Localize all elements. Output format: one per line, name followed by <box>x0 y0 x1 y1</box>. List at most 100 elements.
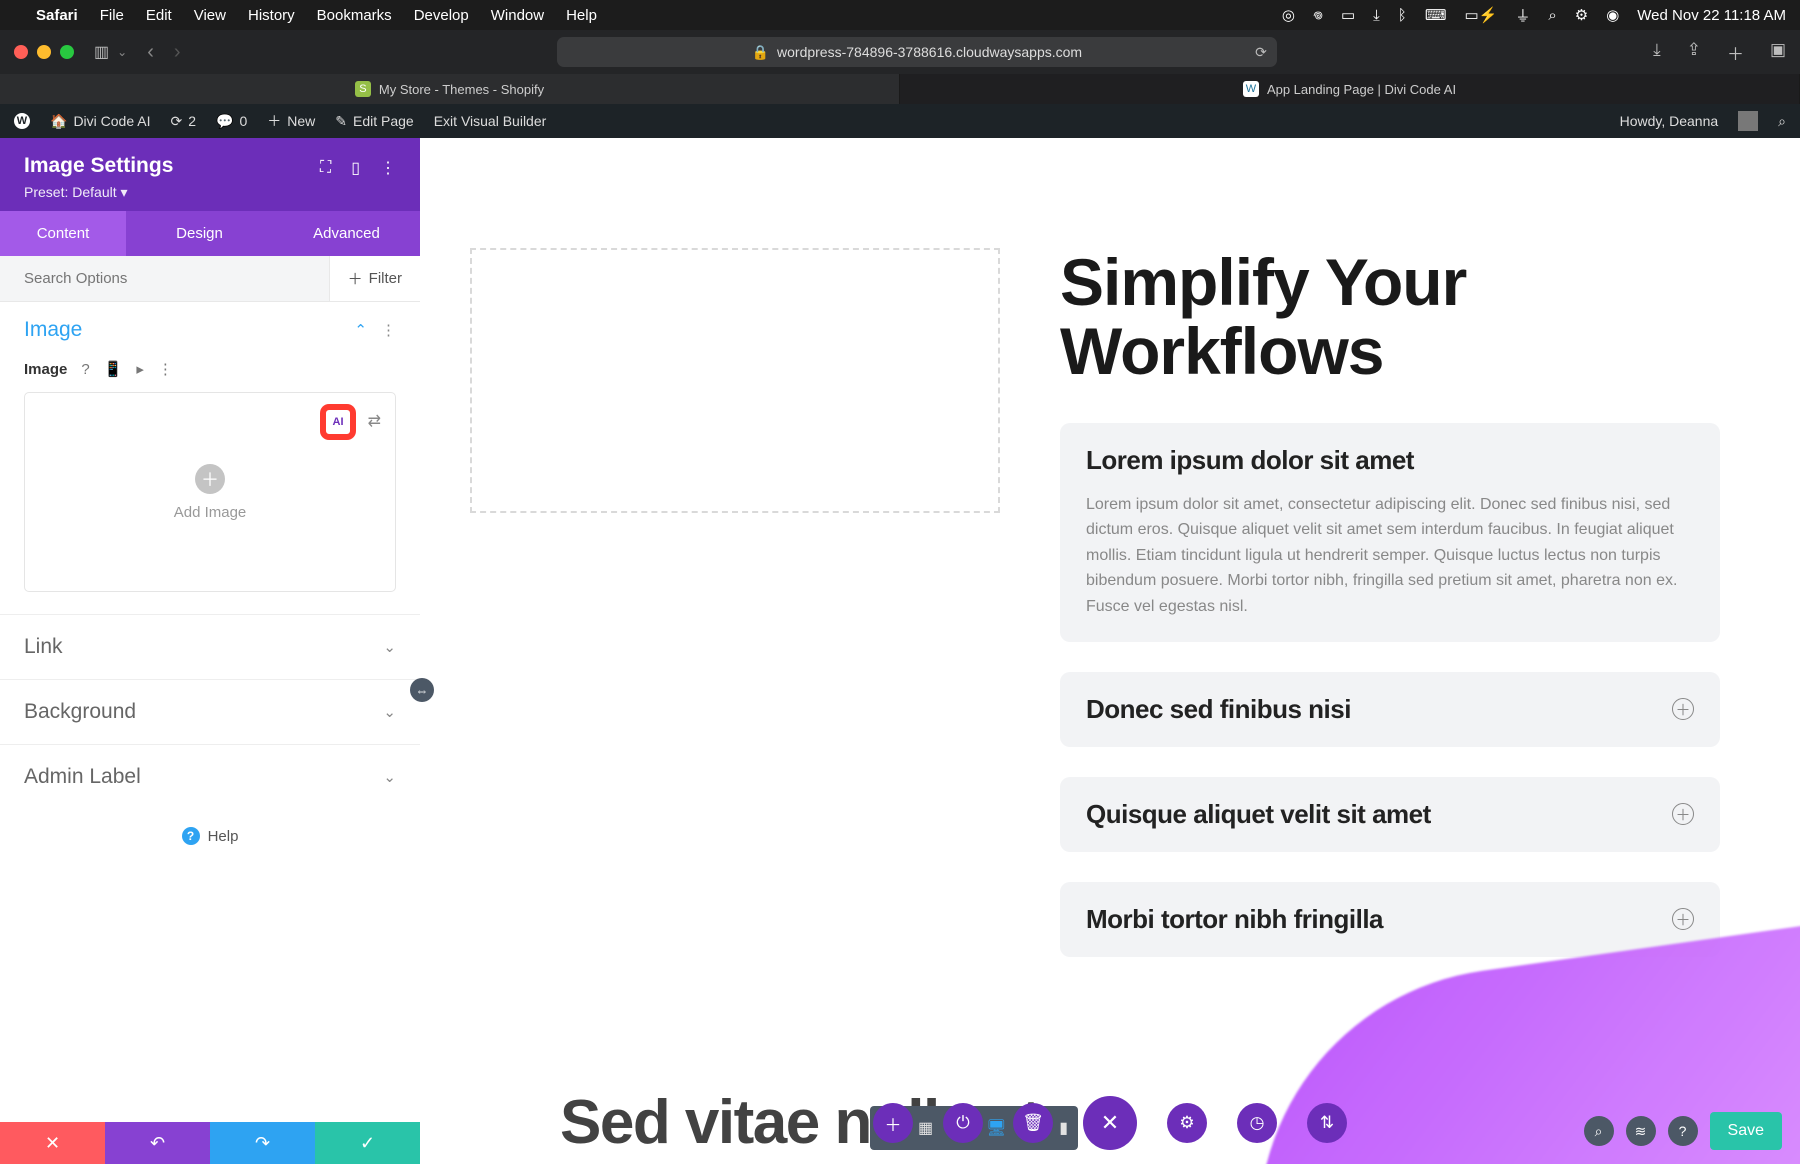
redo-button[interactable]: ↷ <box>210 1122 315 1164</box>
keyboard-icon[interactable]: ⌨ <box>1425 6 1447 24</box>
close-builder-button[interactable]: ✕ <box>1083 1096 1137 1150</box>
share-icon[interactable]: ⇪ <box>1687 40 1701 65</box>
add-button[interactable]: ＋ <box>873 1103 913 1143</box>
history-button[interactable]: ◷ <box>1237 1103 1277 1143</box>
wp-revisions[interactable]: ⟳ 2 <box>170 113 196 130</box>
address-bar[interactable]: 🔒 wordpress-784896-3788616.cloudwaysapps… <box>557 37 1277 67</box>
power-button[interactable]: ⏻ <box>943 1103 983 1143</box>
section-link-toggle[interactable]: Link ⌄ <box>24 635 396 659</box>
wp-howdy[interactable]: Howdy, Deanna <box>1620 113 1719 129</box>
control-center-icon[interactable]: ⚙ <box>1575 6 1588 24</box>
wp-exit-vb[interactable]: Exit Visual Builder <box>434 113 547 129</box>
accordion-title: Donec sed finibus nisi <box>1086 694 1351 725</box>
panel-more-icon[interactable]: ⋮ <box>380 158 396 178</box>
panel-resize-handle[interactable]: ⇔ <box>410 678 434 702</box>
section-admin-toggle[interactable]: Admin Label ⌄ <box>24 765 396 789</box>
help-icon[interactable]: ? <box>81 361 89 378</box>
accordion-item-4[interactable]: Morbi tortor nibh fringilla ＋ <box>1060 882 1720 957</box>
page-heading[interactable]: Simplify Your Workflows <box>1060 248 1720 387</box>
section-bg-toggle[interactable]: Background ⌄ <box>24 700 396 724</box>
wp-comments[interactable]: 💬 0 <box>216 113 247 130</box>
section-more-icon[interactable]: ⋮ <box>381 321 396 339</box>
tab-content[interactable]: Content <box>0 211 126 256</box>
folder-icon[interactable]: ▭ <box>1341 6 1355 24</box>
cancel-button[interactable]: ✕ <box>0 1122 105 1164</box>
accordion-item-1[interactable]: Lorem ipsum dolor sit amet Lorem ipsum d… <box>1060 423 1720 642</box>
settings-button[interactable]: ⚙ <box>1167 1103 1207 1143</box>
fullscreen-window-button[interactable] <box>60 45 74 59</box>
wp-edit-page[interactable]: ✎ Edit Page <box>335 113 413 130</box>
siri-icon[interactable]: ◉ <box>1606 6 1619 24</box>
status-circle-icon[interactable]: ◎ <box>1282 6 1295 24</box>
collapse-icon[interactable]: ⌃ <box>354 321 367 339</box>
menubar-datetime[interactable]: Wed Nov 22 11:18 AM <box>1637 7 1786 24</box>
tab-shopify[interactable]: S My Store - Themes - Shopify <box>0 74 900 104</box>
search-input[interactable] <box>0 256 329 301</box>
sidebar-chevron-icon[interactable]: ⌄ <box>117 45 127 59</box>
help-link[interactable]: ? Help <box>0 809 420 863</box>
section-image-toggle[interactable]: Image ⌃⋮ <box>24 318 396 342</box>
tab-design[interactable]: Design <box>126 211 273 256</box>
plus-icon[interactable]: ＋ <box>1672 803 1694 825</box>
menu-window[interactable]: Window <box>491 7 544 24</box>
bluetooth-icon[interactable]: ᛒ <box>1398 7 1407 24</box>
section-title-link: Link <box>24 635 63 659</box>
wp-search-icon[interactable]: ⌕ <box>1778 113 1786 130</box>
plus-icon[interactable]: ＋ <box>1672 908 1694 930</box>
page-canvas[interactable]: Simplify Your Workflows Lorem ipsum dolo… <box>420 138 1800 1164</box>
wp-new[interactable]: ＋ New <box>267 111 315 131</box>
menu-edit[interactable]: Edit <box>146 7 172 24</box>
expand-panel-icon[interactable]: ⛶ <box>320 159 331 177</box>
wp-logo[interactable]: W <box>14 113 30 129</box>
ai-generate-button[interactable]: AI <box>323 407 353 437</box>
accordion-item-2[interactable]: Donec sed finibus nisi ＋ <box>1060 672 1720 747</box>
delete-button[interactable]: 🗑 <box>1013 1103 1053 1143</box>
search-spotlight-icon[interactable]: ⌕ <box>1548 7 1556 24</box>
forward-button[interactable]: › <box>174 41 181 64</box>
zoom-out-icon[interactable]: ⌕ <box>1584 1116 1614 1146</box>
menu-bookmarks[interactable]: Bookmarks <box>317 7 392 24</box>
image-settings-icon[interactable]: ⇄ <box>368 411 381 431</box>
menu-file[interactable]: File <box>100 7 124 24</box>
hover-icon[interactable]: ▸ <box>136 360 144 378</box>
menu-develop[interactable]: Develop <box>414 7 469 24</box>
downloads-icon[interactable]: ⤓ <box>1653 40 1661 65</box>
sidebar-toggle-icon[interactable]: ▥ <box>94 42 109 62</box>
tab-divi[interactable]: W App Landing Page | Divi Code AI <box>900 74 1800 104</box>
save-button[interactable]: Save <box>1710 1112 1782 1150</box>
inbox-icon[interactable]: ⤓ <box>1373 7 1380 24</box>
wp-avatar[interactable] <box>1738 111 1758 131</box>
wp-site-name[interactable]: 🏠 Divi Code AI <box>50 113 150 130</box>
confirm-button[interactable]: ✓ <box>315 1122 420 1164</box>
sort-button[interactable]: ⇅ <box>1307 1103 1347 1143</box>
menu-help[interactable]: Help <box>566 7 597 24</box>
new-tab-icon[interactable]: ＋ <box>1727 40 1744 65</box>
dock-panel-icon[interactable]: ▯ <box>351 158 360 178</box>
minimize-window-button[interactable] <box>37 45 51 59</box>
tab-advanced[interactable]: Advanced <box>273 211 420 256</box>
layers-icon[interactable]: ≋ <box>1626 1116 1656 1146</box>
add-image-plus-icon[interactable]: ＋ <box>195 464 225 494</box>
image-dropzone[interactable]: AI ⇄ ＋ Add Image <box>24 392 396 592</box>
chevron-down-icon: ⌄ <box>383 768 396 786</box>
field-more-icon[interactable]: ⋮ <box>158 360 173 378</box>
plus-icon[interactable]: ＋ <box>1672 698 1694 720</box>
battery-icon[interactable]: ▭⚡ <box>1464 6 1497 24</box>
menu-history[interactable]: History <box>248 7 295 24</box>
mobile-icon[interactable]: 📱 <box>104 360 123 378</box>
image-module-placeholder[interactable] <box>470 248 1000 513</box>
status-swirl-icon[interactable]: 𖦹 <box>1313 5 1323 25</box>
question-icon[interactable]: ? <box>1668 1116 1698 1146</box>
close-window-button[interactable] <box>14 45 28 59</box>
macos-menubar: Safari File Edit View History Bookmarks … <box>0 0 1800 30</box>
menu-view[interactable]: View <box>194 7 226 24</box>
reload-icon[interactable]: ⟳ <box>1255 44 1267 61</box>
undo-button[interactable]: ↶ <box>105 1122 210 1164</box>
tab-overview-icon[interactable]: ▣ <box>1770 40 1786 65</box>
filter-button[interactable]: ＋ Filter <box>329 256 420 301</box>
panel-preset[interactable]: Preset: Default ▾ <box>24 184 173 201</box>
app-name[interactable]: Safari <box>36 7 78 24</box>
accordion-item-3[interactable]: Quisque aliquet velit sit amet ＋ <box>1060 777 1720 852</box>
back-button[interactable]: ‹ <box>147 41 154 64</box>
wifi-icon[interactable]: ⏚ <box>1515 5 1530 26</box>
